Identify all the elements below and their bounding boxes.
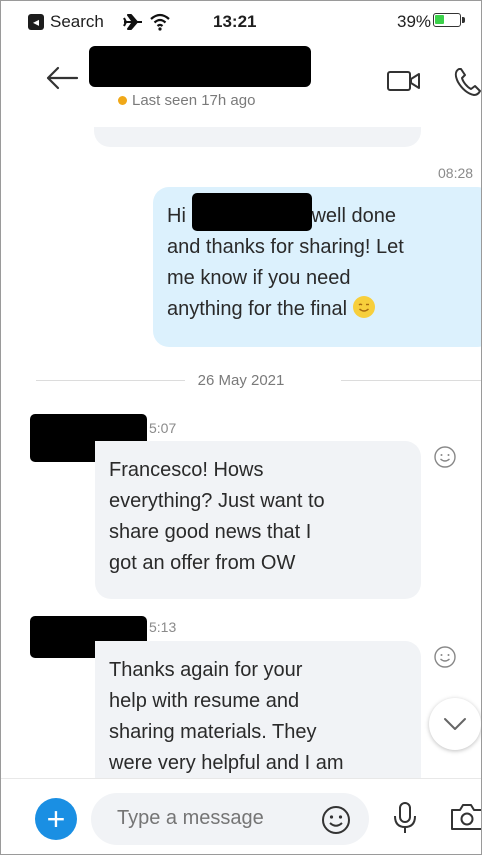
chevron-down-icon: [444, 718, 466, 730]
add-reaction-smiley-icon[interactable]: [433, 445, 457, 469]
message-greeting: Hi: [167, 205, 186, 227]
phone-icon[interactable]: [453, 67, 481, 97]
camera-icon[interactable]: [450, 803, 482, 831]
add-reaction-smiley-icon[interactable]: [433, 645, 457, 669]
date-divider: 26 May 2021: [197, 372, 285, 389]
battery-level-fill: [435, 15, 444, 24]
battery-tip: [462, 17, 465, 23]
message-composer: +: [1, 778, 482, 854]
message-text-line1: well done: [311, 205, 396, 227]
previous-message-bubble: [94, 127, 421, 147]
message-list[interactable]: 08:28 Hi well done and thanks for sharin…: [1, 127, 481, 778]
plus-icon: +: [46, 801, 66, 837]
message-timestamp: 5:07: [149, 420, 177, 436]
name-redacted: [192, 193, 312, 231]
message-timestamp: 08:28: [438, 165, 474, 181]
microphone-icon[interactable]: [393, 801, 417, 835]
back-to-app-link[interactable]: ◂ Search: [28, 12, 104, 32]
message-text: Thanks again for your help with resume a…: [109, 659, 344, 774]
airplane-icon: [123, 14, 142, 30]
incoming-message-bubble[interactable]: Thanks again for your help with resume a…: [95, 641, 421, 778]
video-call-icon[interactable]: [386, 69, 422, 93]
presence-dot: [118, 96, 127, 105]
scroll-to-bottom-button[interactable]: [429, 698, 481, 750]
last-seen-status: Last seen 17h ago: [118, 92, 255, 109]
battery-percent: 39%: [397, 12, 432, 31]
message-timestamp: 5:13: [149, 619, 177, 635]
conversation-header: Last seen 17h ago: [1, 43, 481, 128]
wink-smile-emoji-icon: [352, 296, 375, 318]
status-time: 13:21: [213, 12, 257, 31]
battery-icon: [433, 13, 461, 27]
message-input[interactable]: [117, 807, 317, 830]
contact-name-redacted[interactable]: [89, 46, 311, 87]
status-bar: ◂ Search 13:21 39%: [1, 1, 481, 43]
message-text: Francesco! Hows everything? Just want to…: [109, 459, 325, 574]
app-frame: ◂ Search 13:21 39% Last seen 17h ago 08:…: [0, 0, 482, 855]
back-arrow-icon[interactable]: [45, 65, 79, 91]
last-seen-text: Last seen 17h ago: [132, 92, 256, 109]
incoming-message-bubble[interactable]: Francesco! Hows everything? Just want to…: [95, 441, 421, 599]
wifi-icon: [150, 13, 170, 31]
message-input-container[interactable]: [91, 793, 369, 845]
add-content-button[interactable]: +: [35, 798, 77, 840]
emoji-picker-icon[interactable]: [321, 805, 351, 835]
back-app-icon: ◂: [28, 14, 44, 30]
back-app-label: Search: [50, 12, 104, 31]
